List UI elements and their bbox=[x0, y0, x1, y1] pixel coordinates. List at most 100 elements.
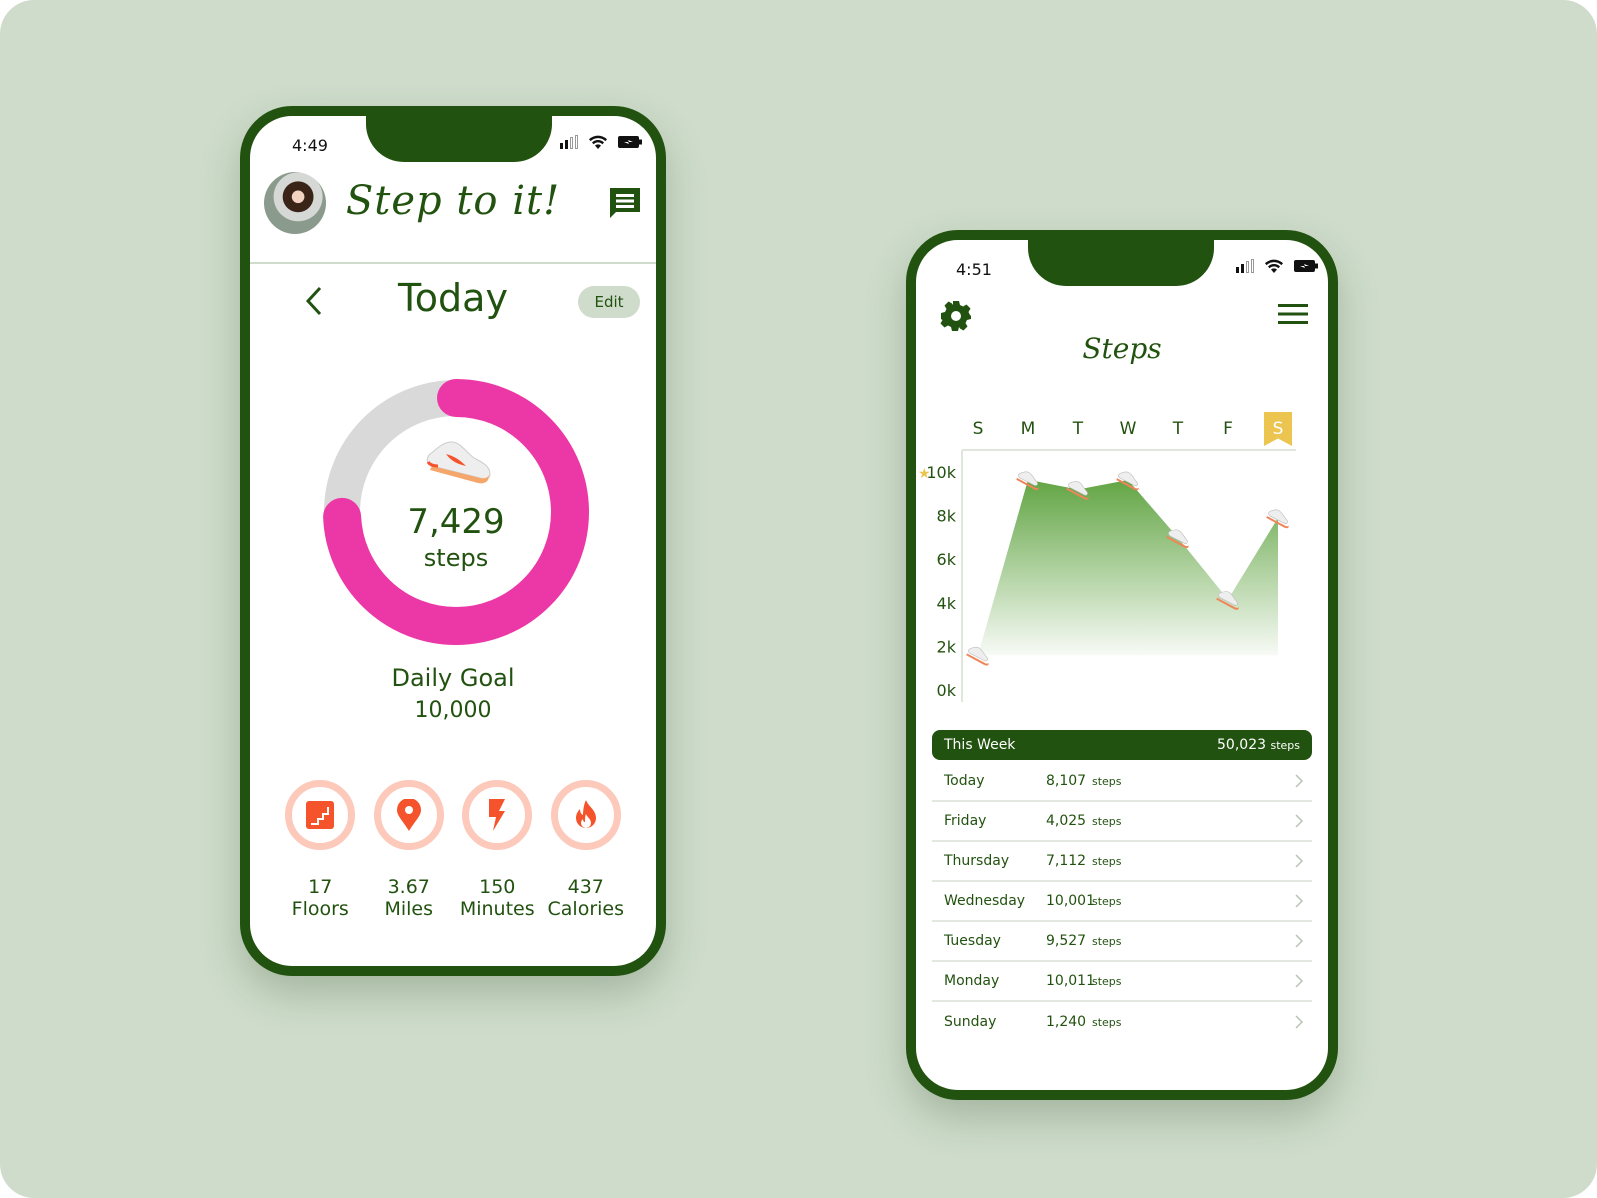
app-title: Step to it! bbox=[345, 178, 561, 224]
edit-button[interactable]: Edit bbox=[578, 286, 640, 318]
daily-goal-label: Daily Goal bbox=[391, 664, 515, 692]
chevron-right-icon[interactable] bbox=[1292, 894, 1306, 908]
chevron-right-icon[interactable] bbox=[1292, 854, 1306, 868]
row-steps-value: 10,011 bbox=[1046, 973, 1095, 989]
metric-miles[interactable]: 3.67 Miles bbox=[365, 780, 454, 920]
shoe-icon bbox=[426, 441, 491, 484]
steps-count: 7,429 bbox=[407, 502, 505, 542]
metrics-row: 17 Floors 3.67 Miles 150 Minutes 437 Cal… bbox=[276, 780, 630, 920]
chevron-right-icon[interactable] bbox=[1292, 934, 1306, 948]
metric-label: Calories bbox=[547, 898, 625, 920]
y-tick-label: 2k bbox=[937, 637, 957, 656]
day-row[interactable]: Friday 4,025 steps bbox=[932, 802, 1312, 842]
day-row[interactable]: Monday 10,011 steps bbox=[932, 962, 1312, 1002]
status-time: 4:49 bbox=[292, 136, 328, 155]
metric-icon-ring bbox=[285, 780, 356, 850]
metric-label: Miles bbox=[384, 898, 434, 920]
hamburger-menu-icon[interactable] bbox=[1278, 302, 1308, 326]
row-steps-unit: steps bbox=[1092, 894, 1122, 908]
metric-icon-ring bbox=[373, 780, 444, 850]
day-row[interactable]: Tuesday 9,527 steps bbox=[932, 922, 1312, 962]
signal-icon bbox=[560, 135, 578, 149]
week-summary-header: This Week 50,023 steps bbox=[932, 730, 1312, 760]
metric-floors[interactable]: 17 Floors bbox=[276, 780, 365, 920]
row-steps-value: 9,527 bbox=[1046, 933, 1087, 949]
row-steps-value: 4,025 bbox=[1046, 813, 1087, 829]
chevron-right-icon[interactable] bbox=[1292, 1015, 1306, 1029]
gear-icon[interactable] bbox=[940, 300, 972, 332]
y-tick-label: 0k bbox=[937, 681, 957, 700]
week-total-value: 50,023 bbox=[1217, 737, 1267, 753]
daily-steps-list: Today 8,107 steps Friday 4,025 steps Thursday 7… bbox=[932, 762, 1312, 1042]
steps-label: steps bbox=[423, 544, 489, 572]
metric-value: 3.67 bbox=[387, 876, 430, 898]
metric-icon-ring bbox=[462, 780, 533, 850]
y-tick-label: 10k bbox=[926, 463, 956, 482]
stairs-icon bbox=[306, 801, 335, 829]
day-row[interactable]: Today 8,107 steps bbox=[932, 762, 1312, 802]
metric-value: 150 bbox=[479, 876, 516, 898]
metric-minutes[interactable]: 150 Minutes bbox=[453, 780, 542, 920]
star-icon: ★ bbox=[918, 466, 931, 482]
week-total: 50,023 steps bbox=[1217, 737, 1300, 753]
week-total-unit: steps bbox=[1270, 739, 1300, 752]
row-day: Sunday bbox=[944, 1014, 997, 1030]
row-day: Today bbox=[944, 773, 985, 789]
row-steps-unit: steps bbox=[1092, 974, 1122, 988]
wifi-icon bbox=[589, 135, 607, 149]
row-day: Friday bbox=[944, 813, 987, 829]
day-row[interactable]: Thursday 7,112 steps bbox=[932, 842, 1312, 882]
lightning-icon bbox=[489, 799, 506, 831]
row-day: Monday bbox=[944, 973, 1000, 989]
row-steps-unit: steps bbox=[1092, 1015, 1122, 1029]
metric-label: Minutes bbox=[459, 898, 535, 920]
row-day: Tuesday bbox=[944, 933, 1001, 949]
row-steps-unit: steps bbox=[1092, 774, 1122, 788]
row-day: Wednesday bbox=[944, 893, 1026, 909]
phone-notch bbox=[366, 116, 552, 162]
metric-label: Floors bbox=[291, 898, 349, 920]
chevron-right-icon[interactable] bbox=[1292, 974, 1306, 988]
phone-steps-screen: 4:51 Steps S M T W T F S 0k 2k 4k 6k 8k … bbox=[906, 230, 1338, 1100]
steps-area-chart: 0k 2k 4k 6k 8k 10k★ bbox=[918, 449, 1296, 702]
day-row[interactable]: Sunday 1,240 steps bbox=[932, 1002, 1312, 1042]
steps-progress-ring: 7,429 steps bbox=[316, 372, 596, 652]
row-steps-value: 1,240 bbox=[1046, 1014, 1087, 1030]
chevron-right-icon[interactable] bbox=[1292, 814, 1306, 828]
row-steps-value: 7,112 bbox=[1046, 853, 1087, 869]
metric-value: 17 bbox=[308, 876, 333, 898]
y-tick-label: 6k bbox=[937, 550, 957, 569]
row-steps-value: 10,001 bbox=[1046, 893, 1095, 909]
y-tick-label: 4k bbox=[937, 594, 957, 613]
flame-icon bbox=[575, 800, 596, 828]
metric-value: 437 bbox=[567, 876, 604, 898]
day-row[interactable]: Wednesday 10,001 steps bbox=[932, 882, 1312, 922]
status-bar-icons bbox=[1236, 258, 1318, 274]
row-steps-unit: steps bbox=[1092, 814, 1122, 828]
metric-calories[interactable]: 437 Calories bbox=[542, 780, 631, 920]
location-pin-icon bbox=[396, 799, 421, 831]
steps-title: Steps bbox=[1082, 332, 1162, 365]
status-bar-icons bbox=[560, 134, 642, 150]
chevron-right-icon[interactable] bbox=[1292, 774, 1306, 788]
row-day: Thursday bbox=[944, 853, 1010, 869]
battery-icon bbox=[618, 136, 642, 148]
message-icon[interactable] bbox=[608, 186, 642, 220]
daily-goal-value: 10,000 bbox=[414, 698, 492, 723]
wifi-icon bbox=[1265, 259, 1283, 273]
header-divider bbox=[250, 262, 656, 264]
metric-icon-ring bbox=[550, 780, 621, 850]
signal-icon bbox=[1236, 259, 1254, 273]
phone-notch bbox=[1028, 240, 1214, 286]
week-label: This Week bbox=[944, 737, 1016, 753]
battery-icon bbox=[1294, 260, 1318, 272]
row-steps-value: 8,107 bbox=[1046, 773, 1087, 789]
row-steps-unit: steps bbox=[1092, 934, 1122, 948]
shoe-marker-6[interactable] bbox=[1265, 507, 1292, 529]
phone-today-screen: 4:49 Step to it! Today Edit 7,429 steps … bbox=[240, 106, 666, 976]
row-steps-unit: steps bbox=[1092, 854, 1122, 868]
backdrop: 4:49 Step to it! Today Edit 7,429 steps … bbox=[0, 0, 1597, 1198]
steps-area bbox=[978, 479, 1278, 656]
y-tick-label: 8k bbox=[937, 507, 957, 526]
status-time: 4:51 bbox=[956, 260, 992, 279]
